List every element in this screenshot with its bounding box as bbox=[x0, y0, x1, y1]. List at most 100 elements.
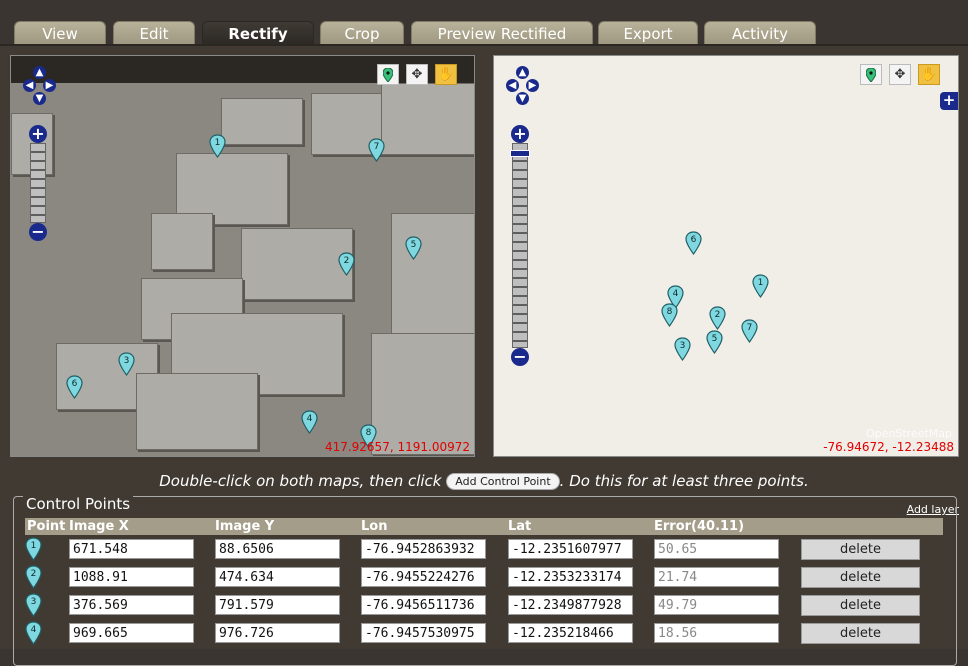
control-point-marker-3[interactable]: 3 bbox=[118, 352, 135, 377]
lon-input[interactable] bbox=[361, 567, 486, 587]
control-point-marker-8[interactable]: 8 bbox=[661, 303, 678, 328]
header-error: Error(40.11) bbox=[654, 519, 745, 534]
pan-up-icon[interactable]: ▲ bbox=[33, 66, 46, 79]
lon-input[interactable] bbox=[361, 623, 486, 643]
zoom-slider[interactable] bbox=[30, 143, 46, 223]
image-x-input[interactable] bbox=[69, 595, 194, 615]
place-marker-icon[interactable] bbox=[860, 64, 882, 85]
pixel-coordinate-readout: 417.92657, 1191.00972 bbox=[324, 440, 470, 454]
image-x-input[interactable] bbox=[69, 623, 194, 643]
zoom-slider-handle[interactable] bbox=[510, 150, 530, 157]
control-point-marker-3[interactable]: 3 bbox=[674, 337, 691, 362]
svg-text:8: 8 bbox=[366, 428, 372, 438]
tab-edit[interactable]: Edit bbox=[113, 21, 195, 46]
svg-text:7: 7 bbox=[374, 142, 380, 152]
lonlat-coordinate-readout: -76.94672, -12.23488 bbox=[823, 440, 954, 454]
image-y-input[interactable] bbox=[215, 567, 340, 587]
point-marker-icon: 1 bbox=[25, 537, 42, 562]
pan-control: ▲ ◀ ▶ ▼ bbox=[506, 66, 539, 118]
control-point-marker-5[interactable]: 5 bbox=[706, 330, 723, 355]
move-icon[interactable]: ✥ bbox=[889, 64, 911, 85]
error-field bbox=[654, 595, 779, 615]
zoom-out-button[interactable]: − bbox=[29, 223, 47, 241]
instructions: Double-click on both maps, then click Ad… bbox=[0, 472, 968, 490]
place-marker-icon[interactable] bbox=[377, 64, 399, 85]
control-points-title: Control Points bbox=[23, 495, 134, 513]
control-point-marker-2[interactable]: 2 bbox=[709, 306, 726, 331]
zoom-in-button[interactable]: + bbox=[29, 125, 47, 143]
delete-button[interactable]: delete bbox=[801, 567, 920, 588]
delete-button[interactable]: delete bbox=[801, 595, 920, 616]
control-point-marker-6[interactable]: 6 bbox=[685, 231, 702, 256]
svg-text:1: 1 bbox=[215, 138, 221, 148]
control-point-marker-2[interactable]: 2 bbox=[338, 252, 355, 277]
svg-text:1: 1 bbox=[31, 541, 37, 551]
header-lon: Lon bbox=[361, 519, 388, 534]
zoom-in-button[interactable]: + bbox=[511, 125, 529, 143]
add-control-point-button[interactable]: Add Control Point bbox=[446, 473, 560, 490]
hand-pan-icon[interactable]: ✋ bbox=[435, 64, 457, 85]
image-map[interactable]: ✥ ✋ ▲ ◀ ▶ ▼ + − 1 2 3 4 5 6 7 8 417.92657, 1191… bbox=[10, 55, 475, 457]
lat-input[interactable] bbox=[508, 567, 633, 587]
lat-input[interactable] bbox=[508, 595, 633, 615]
svg-text:6: 6 bbox=[72, 379, 78, 389]
roof bbox=[136, 373, 258, 450]
svg-text:2: 2 bbox=[31, 569, 37, 579]
zoom-slider[interactable] bbox=[512, 143, 528, 348]
tab-activity[interactable]: Activity bbox=[704, 21, 816, 46]
header-point: Point bbox=[27, 519, 66, 534]
roof bbox=[381, 83, 474, 155]
header-image-x: Image X bbox=[69, 519, 129, 534]
lat-input[interactable] bbox=[508, 623, 633, 643]
aerial-photo[interactable] bbox=[11, 83, 474, 456]
lon-input[interactable] bbox=[361, 595, 486, 615]
pan-control: ▲ ◀ ▶ ▼ bbox=[23, 66, 56, 118]
delete-button[interactable]: delete bbox=[801, 539, 920, 560]
pan-left-icon[interactable]: ◀ bbox=[23, 79, 36, 92]
lon-input[interactable] bbox=[361, 539, 486, 559]
header-image-y: Image Y bbox=[215, 519, 275, 534]
pan-right-icon[interactable]: ▶ bbox=[43, 79, 56, 92]
table-row: 1 delete bbox=[25, 536, 943, 564]
image-y-input[interactable] bbox=[215, 595, 340, 615]
svg-text:2: 2 bbox=[715, 310, 721, 320]
tab-view[interactable]: View bbox=[14, 21, 106, 46]
table-header: Point Image X Image Y Lon Lat Error(40.1… bbox=[25, 518, 943, 535]
pan-right-icon[interactable]: ▶ bbox=[526, 79, 539, 92]
control-point-marker-4[interactable]: 4 bbox=[301, 410, 318, 435]
layer-switcher-button[interactable]: + bbox=[940, 92, 958, 110]
pan-down-icon[interactable]: ▼ bbox=[33, 92, 46, 105]
svg-text:2: 2 bbox=[344, 256, 350, 266]
svg-text:3: 3 bbox=[124, 356, 130, 366]
right-map-tools: ✥ ✋ bbox=[860, 64, 940, 85]
move-icon[interactable]: ✥ bbox=[406, 64, 428, 85]
hand-pan-icon[interactable]: ✋ bbox=[918, 64, 940, 85]
pan-down-icon[interactable]: ▼ bbox=[516, 92, 529, 105]
geo-map[interactable]: ✥ ✋ ▲ ◀ ▶ ▼ + − + 1 2 3 4 5 6 7 8 OpenStreetMap… bbox=[493, 55, 959, 457]
control-point-marker-6[interactable]: 6 bbox=[66, 375, 83, 400]
svg-text:4: 4 bbox=[673, 289, 679, 299]
lat-input[interactable] bbox=[508, 539, 633, 559]
pan-up-icon[interactable]: ▲ bbox=[516, 66, 529, 79]
image-y-input[interactable] bbox=[215, 539, 340, 559]
delete-button[interactable]: delete bbox=[801, 623, 920, 644]
control-point-marker-7[interactable]: 7 bbox=[741, 319, 758, 344]
tab-export[interactable]: Export bbox=[598, 21, 698, 46]
image-x-input[interactable] bbox=[69, 539, 194, 559]
table-row: 2 delete bbox=[25, 564, 943, 592]
left-map-tools: ✥ ✋ bbox=[377, 64, 457, 85]
pan-left-icon[interactable]: ◀ bbox=[506, 79, 519, 92]
tab-crop[interactable]: Crop bbox=[320, 21, 404, 46]
image-y-input[interactable] bbox=[215, 623, 340, 643]
control-point-marker-5[interactable]: 5 bbox=[405, 236, 422, 261]
image-x-input[interactable] bbox=[69, 567, 194, 587]
control-point-marker-1[interactable]: 1 bbox=[752, 274, 769, 299]
tab-preview-rectified[interactable]: Preview Rectified bbox=[411, 21, 593, 46]
control-point-marker-1[interactable]: 1 bbox=[209, 134, 226, 159]
point-marker-icon: 2 bbox=[25, 565, 42, 590]
control-point-marker-7[interactable]: 7 bbox=[368, 138, 385, 163]
tab-rectify[interactable]: Rectify bbox=[202, 21, 314, 46]
svg-text:1: 1 bbox=[758, 278, 764, 288]
svg-text:5: 5 bbox=[411, 240, 417, 250]
zoom-out-button[interactable]: − bbox=[511, 348, 529, 366]
